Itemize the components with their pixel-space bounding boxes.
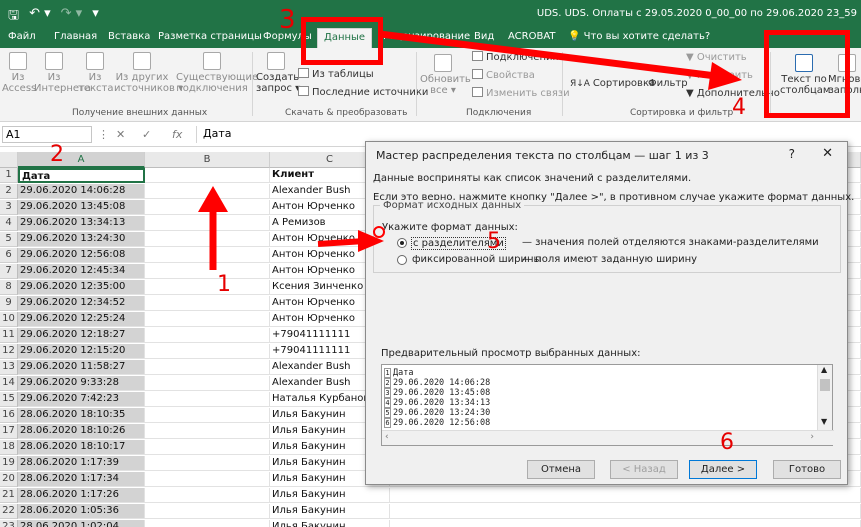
arrow-3-head: [708, 62, 742, 90]
annotation-4: 4: [732, 95, 746, 120]
arrow-5-head: [358, 230, 384, 252]
annotation-3: 3: [279, 5, 296, 35]
annotation-5: 5: [487, 229, 501, 254]
arrow-3-shaft: [379, 30, 717, 80]
excel-window: 🖫 ↶ ▾ ↷ ▾ ▾ UDS. UDS. Оплаты с 29.05.202…: [0, 0, 861, 527]
annotation-6: 6: [720, 430, 734, 455]
annotation-2: 2: [50, 142, 64, 167]
annotation-1: 1: [217, 272, 231, 297]
arrow-5-shaft: [317, 238, 366, 247]
arrow-1-head: [198, 186, 228, 212]
